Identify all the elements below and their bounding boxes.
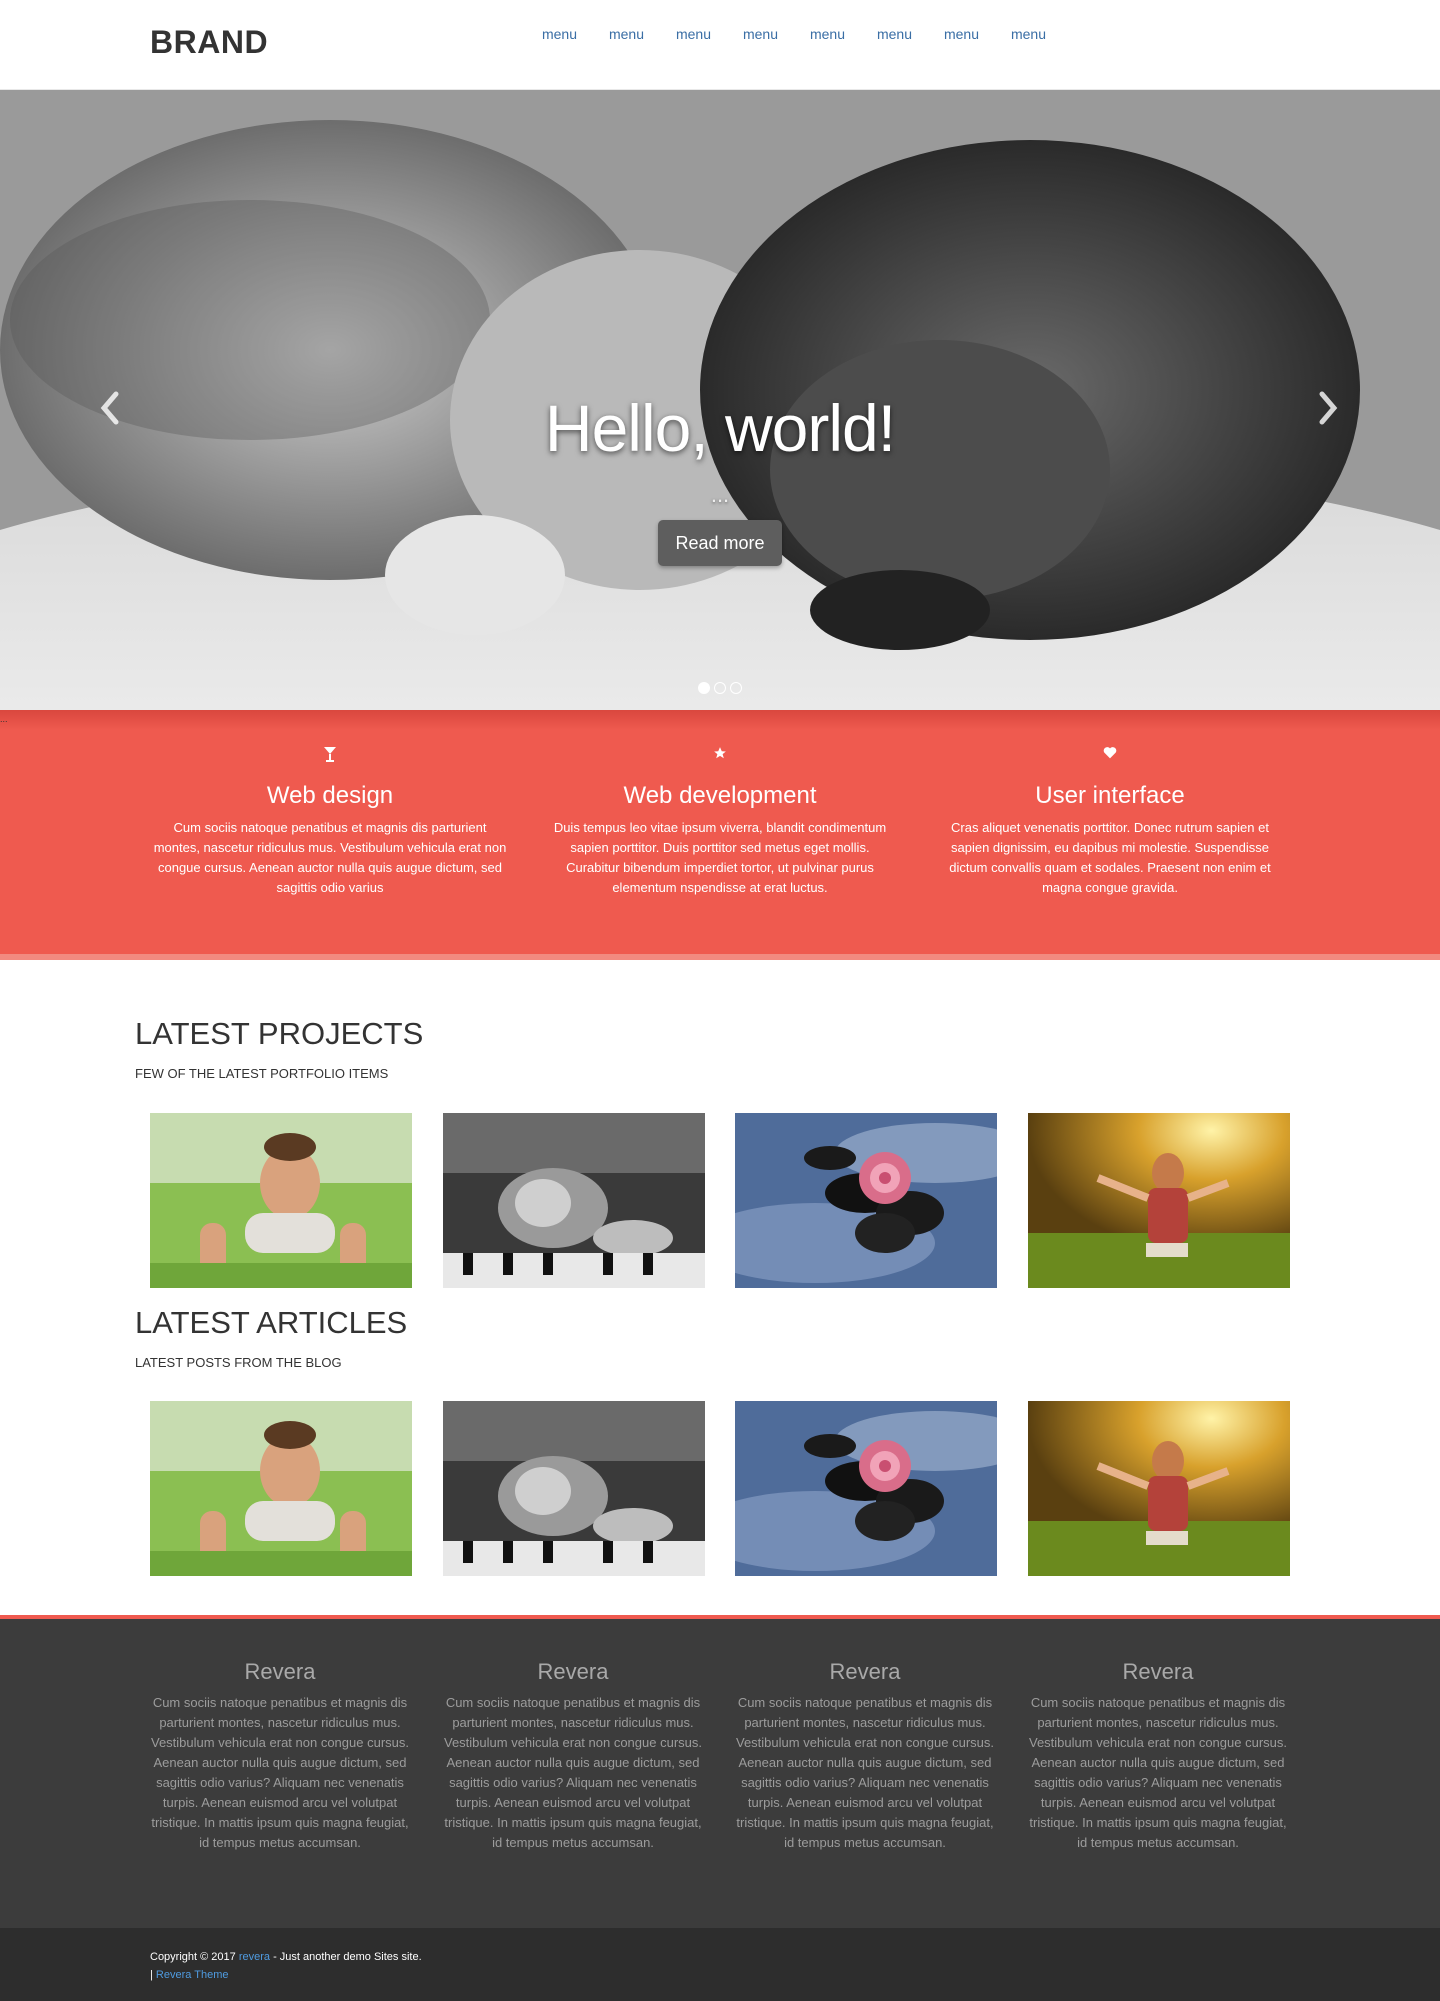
main-nav: menu menu menu menu menu menu menu menu: [526, 26, 1062, 42]
site-footer: Revera Cum sociis natoque penatibus et m…: [0, 1619, 1440, 1928]
rose-stones-image: [735, 1401, 997, 1576]
feature-text: Cras aliquet venenatis porttitor. Donec …: [949, 820, 1271, 895]
footer-column: Revera Cum sociis natoque penatibus et m…: [1028, 1659, 1288, 1853]
pushup-image: [150, 1401, 412, 1576]
carousel-dot[interactable]: [730, 682, 742, 694]
site-header: BRAND menu menu menu menu menu menu menu…: [0, 0, 1440, 90]
site-link[interactable]: revera: [239, 1951, 270, 1963]
feature-title: Web design: [266, 782, 394, 809]
projects-subtitle: FEW OF THE LATEST PORTFOLIO ITEMS: [135, 1066, 389, 1081]
footer-column-title: Revera: [244, 1659, 316, 1684]
carousel-dot[interactable]: [714, 682, 726, 694]
footer-column-title: Revera: [1122, 1659, 1194, 1684]
features-top-strip: [0, 710, 1440, 730]
footer-column-title: Revera: [829, 1659, 901, 1684]
carousel-dot[interactable]: [698, 682, 710, 694]
feature-web-development: Web development Duis tempus leo vitae ip…: [530, 746, 910, 898]
articles-subtitle: LATEST POSTS FROM THE BLOG: [135, 1355, 342, 1370]
hero-carousel: Hello, world! ... Read more: [0, 90, 1440, 710]
project-thumb-rose[interactable]: [735, 1113, 997, 1288]
nav-menu-item[interactable]: menu: [861, 26, 928, 42]
kitten-piano-image: [443, 1401, 705, 1576]
features-band: ... Web design Cum sociis natoque penati…: [0, 710, 1440, 960]
pushup-image: [150, 1113, 412, 1288]
feature-title: Web development: [623, 782, 817, 809]
hero-subtitle: ...: [710, 482, 730, 507]
article-thumb-kitten[interactable]: [443, 1401, 705, 1576]
star-icon: [530, 746, 910, 768]
features-bottom-strip: [0, 954, 1440, 960]
carousel-indicators: [698, 682, 742, 694]
nav-menu-item[interactable]: menu: [995, 26, 1062, 42]
feature-web-design: Web design Cum sociis natoque penatibus …: [140, 746, 520, 898]
footer-column-text: Cum sociis natoque penatibus et magnis d…: [736, 1695, 994, 1850]
nav-menu-item[interactable]: menu: [660, 26, 727, 42]
footer-column-text: Cum sociis natoque penatibus et magnis d…: [444, 1695, 702, 1850]
glass-icon: [140, 746, 520, 768]
nav-menu-item[interactable]: menu: [928, 26, 995, 42]
kitten-piano-image: [443, 1113, 705, 1288]
copyright-bar: Copyright © 2017 revera - Just another d…: [0, 1928, 1440, 2001]
article-thumb-sunset[interactable]: [1028, 1401, 1290, 1576]
girl-sunset-image: [1028, 1401, 1290, 1576]
copyright-separator: |: [150, 1969, 153, 1981]
brand-logo[interactable]: BRAND: [150, 24, 268, 61]
article-thumb-rose[interactable]: [735, 1401, 997, 1576]
footer-column-text: Cum sociis natoque penatibus et magnis d…: [151, 1695, 409, 1850]
copyright-text: Copyright © 2017 revera - Just another d…: [150, 1948, 422, 1984]
footer-column-title: Revera: [537, 1659, 609, 1684]
theme-link[interactable]: Revera Theme: [156, 1969, 229, 1981]
feature-text: Duis tempus leo vitae ipsum viverra, bla…: [553, 820, 887, 895]
heart-icon: [920, 746, 1300, 768]
read-more-button[interactable]: Read more: [658, 520, 782, 566]
projects-title: LATEST PROJECTS: [135, 1016, 424, 1051]
article-thumb-pushup[interactable]: [150, 1401, 412, 1576]
rose-stones-image: [735, 1113, 997, 1288]
feature-text: Cum sociis natoque penatibus et magnis d…: [153, 820, 507, 895]
copyright-prefix: Copyright © 2017: [150, 1951, 236, 1963]
features-tag: ...: [0, 714, 8, 724]
articles-title: LATEST ARTICLES: [135, 1305, 408, 1340]
nav-menu-item[interactable]: menu: [794, 26, 861, 42]
nav-menu-item[interactable]: menu: [526, 26, 593, 42]
footer-column-text: Cum sociis natoque penatibus et magnis d…: [1029, 1695, 1287, 1850]
feature-user-interface: User interface Cras aliquet venenatis po…: [920, 746, 1300, 898]
footer-column: Revera Cum sociis natoque penatibus et m…: [150, 1659, 410, 1853]
nav-menu-item[interactable]: menu: [593, 26, 660, 42]
project-thumb-sunset[interactable]: [1028, 1113, 1290, 1288]
project-thumb-pushup[interactable]: [150, 1113, 412, 1288]
girl-sunset-image: [1028, 1113, 1290, 1288]
footer-column: Revera Cum sociis natoque penatibus et m…: [735, 1659, 995, 1853]
copyright-suffix: - Just another demo Sites site.: [273, 1951, 422, 1963]
footer-column: Revera Cum sociis natoque penatibus et m…: [443, 1659, 703, 1853]
project-thumb-kitten[interactable]: [443, 1113, 705, 1288]
feature-title: User interface: [1035, 782, 1185, 809]
hero-title: Hello, world!: [544, 391, 896, 465]
nav-menu-item[interactable]: menu: [727, 26, 794, 42]
